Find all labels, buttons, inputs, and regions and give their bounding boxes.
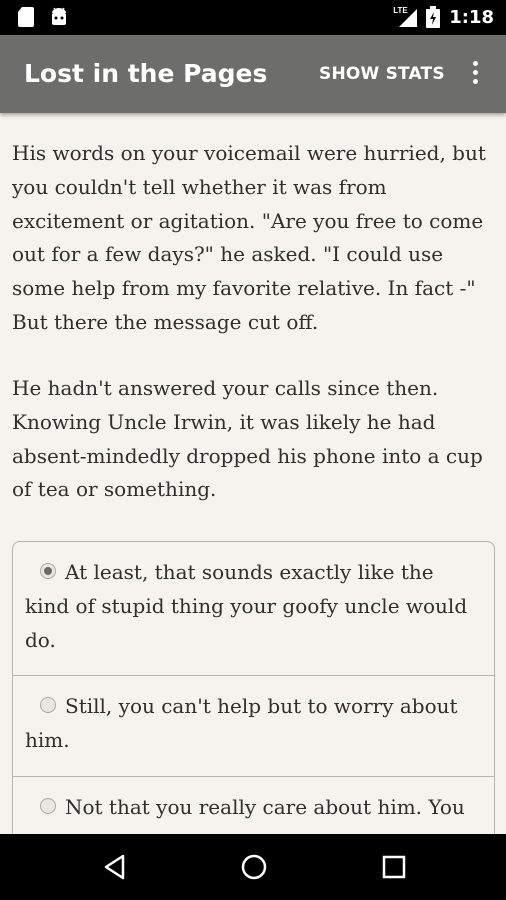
choice-option[interactable]: Still, you can't help but to worry about…	[13, 676, 494, 777]
battery-icon	[426, 6, 441, 28]
sd-card-icon	[18, 7, 34, 27]
choice-label: Not that you really care about him. You	[65, 794, 465, 819]
story-content[interactable]: His words on your voicemail were hurried…	[0, 113, 506, 834]
overflow-menu-icon[interactable]	[468, 61, 482, 89]
navigation-bar	[0, 834, 506, 900]
radio-selected-icon[interactable]	[40, 563, 56, 579]
show-stats-button[interactable]: SHOW STATS	[319, 64, 445, 84]
choice-option[interactable]: Not that you really care about him. You	[13, 777, 494, 834]
app-title: Lost in the Pages	[24, 59, 268, 88]
network-type-label: LTE	[393, 6, 408, 15]
story-paragraph: He hadn't answered your calls since then…	[12, 376, 483, 502]
status-bar: LTE 1:18	[0, 0, 506, 35]
recents-icon[interactable]	[379, 852, 409, 882]
choice-option[interactable]: At least, that sounds exactly like the k…	[13, 542, 494, 677]
story-paragraph: His words on your voicemail were hurried…	[12, 141, 486, 334]
android-icon	[52, 7, 66, 25]
choice-list: At least, that sounds exactly like the k…	[12, 541, 495, 834]
choice-label: At least, that sounds exactly like the k…	[25, 560, 468, 652]
radio-unselected-icon[interactable]	[40, 797, 56, 814]
clock: 1:18	[449, 6, 494, 28]
choice-label: Still, you can't help but to worry about…	[25, 694, 458, 753]
back-icon[interactable]	[100, 852, 130, 882]
home-icon[interactable]	[239, 852, 269, 882]
signal-icon: LTE	[393, 6, 418, 27]
radio-unselected-icon[interactable]	[40, 697, 56, 714]
app-bar: Lost in the Pages SHOW STATS	[0, 35, 506, 113]
